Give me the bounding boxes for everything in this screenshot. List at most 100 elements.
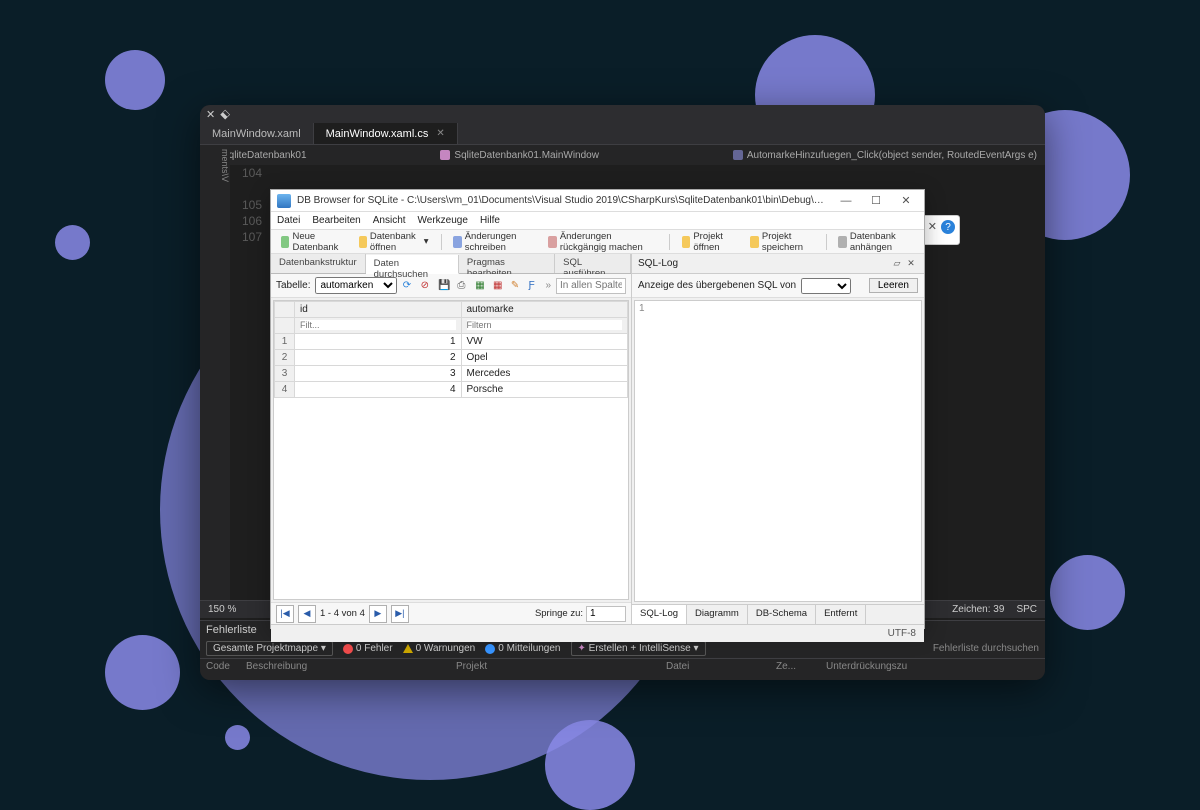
db-toolbar: Neue Datenbank Datenbank öffnen ▾ Änderu… <box>271 230 924 254</box>
clear-log-button[interactable]: Leeren <box>869 278 918 293</box>
bg-circle <box>105 635 180 710</box>
clear-filter-icon[interactable]: ⊘ <box>420 279 433 293</box>
filter-icon[interactable]: Ƒ <box>528 279 541 293</box>
sql-log-title: SQL-Log <box>638 258 890 269</box>
close-icon[interactable]: ✕ <box>436 128 444 139</box>
error-search[interactable]: Fehlerliste durchsuchen <box>933 643 1039 654</box>
errors-filter[interactable]: 0 Fehler <box>343 643 393 654</box>
app-icon <box>277 194 291 208</box>
refresh-icon[interactable]: ⟳ <box>402 279 415 293</box>
insert-mode: SPC <box>1016 604 1037 615</box>
filter-automarke[interactable] <box>467 320 623 330</box>
error-list-columns: Code Beschreibung Projekt Datei Ze... Un… <box>200 659 1045 674</box>
jump-label: Springe zu: <box>535 608 583 619</box>
col-automarke[interactable]: automarke <box>461 302 628 318</box>
tab-pragmas[interactable]: Pragmas bearbeiten <box>459 254 555 273</box>
tab-db-schema[interactable]: DB-Schema <box>748 605 816 624</box>
menu-tools[interactable]: Werkzeuge <box>418 215 468 226</box>
print-icon[interactable]: ⎙ <box>456 279 469 293</box>
help-icon[interactable]: ? <box>941 220 955 234</box>
search-input[interactable] <box>556 278 626 294</box>
breadcrumb: SqliteDatenbank01 SqliteDatenbank01.Main… <box>200 145 1045 165</box>
tab-diagram[interactable]: Diagramm <box>687 605 748 624</box>
minimize-button[interactable]: — <box>834 195 858 207</box>
open-project-button[interactable]: Projekt öffnen <box>678 229 739 255</box>
breadcrumb-class[interactable]: SqliteDatenbank01.MainWindow <box>440 150 599 161</box>
next-page-button[interactable]: ▶ <box>369 605 387 623</box>
jump-input[interactable] <box>586 606 626 622</box>
table-row: 44Porsche <box>275 382 628 398</box>
menu-file[interactable]: Datei <box>277 215 300 226</box>
tab-mainwindow-xaml[interactable]: MainWindow.xaml <box>200 123 314 144</box>
menu-help[interactable]: Hilfe <box>480 215 500 226</box>
zoom-level[interactable]: 150 % <box>208 604 236 615</box>
attach-db-button[interactable]: Datenbank anhängen <box>834 229 918 255</box>
db-menubar: Datei Bearbeiten Ansicht Werkzeuge Hilfe <box>271 212 924 230</box>
new-db-button[interactable]: Neue Datenbank <box>277 229 347 255</box>
pager: |◀ ◀ 1 - 4 von 4 ▶ ▶| Springe zu: <box>271 602 631 624</box>
table-row: 33Mercedes <box>275 366 628 382</box>
browse-controls: Tabelle: automarken ⟳ ⊘ 💾 ⎙ ▦ ▦ ✎ Ƒ » <box>271 274 631 298</box>
close-icon[interactable]: ✕ <box>928 220 937 233</box>
folder-icon <box>682 236 690 248</box>
tab-remote[interactable]: Entfernt <box>816 605 866 624</box>
new-db-icon <box>281 236 289 248</box>
sql-source-select[interactable] <box>801 278 851 294</box>
log-line-number: 1 <box>639 303 645 314</box>
menu-edit[interactable]: Bearbeiten <box>312 215 360 226</box>
close-button[interactable]: ✕ <box>894 194 918 207</box>
breadcrumb-method[interactable]: AutomarkeHinzufuegen_Click(object sender… <box>733 150 1037 161</box>
close-icon[interactable]: ✕ <box>206 108 215 121</box>
tab-label: MainWindow.xaml.cs <box>326 128 429 140</box>
revert-changes-button[interactable]: Änderungen rückgängig machen <box>544 229 661 255</box>
tab-execute-sql[interactable]: SQL ausführen <box>555 254 631 273</box>
bg-circle <box>55 225 90 260</box>
save-icon[interactable]: 💾 <box>437 279 451 293</box>
maximize-button[interactable]: ☐ <box>864 194 888 207</box>
help-popup: ✕ ? <box>920 215 960 245</box>
sql-log-area[interactable]: 1 <box>634 300 922 602</box>
tab-mainwindow-xaml-cs[interactable]: MainWindow.xaml.cs ✕ <box>314 123 458 144</box>
add-row-icon[interactable]: ▦ <box>474 279 487 293</box>
tab-structure[interactable]: Datenbankstruktur <box>271 254 366 273</box>
method-icon <box>733 150 743 160</box>
db-main-tabs: Datenbankstruktur Daten durchsuchen Prag… <box>271 254 631 274</box>
build-dropdown[interactable]: ✦ Erstellen + IntelliSense ▾ <box>571 641 706 656</box>
db-left-panel: Datenbankstruktur Daten durchsuchen Prag… <box>271 254 631 624</box>
last-page-button[interactable]: ▶| <box>391 605 409 623</box>
scope-dropdown[interactable]: Gesamte Projektmappe ▾ <box>206 641 333 656</box>
close-panel-icon[interactable]: ✕ <box>904 258 918 269</box>
filter-id[interactable] <box>300 320 456 330</box>
data-grid[interactable]: idautomarke 11VW 22Opel 33Mercedes 44Por… <box>273 300 629 600</box>
write-changes-button[interactable]: Änderungen schreiben <box>449 229 536 255</box>
messages-filter[interactable]: 0 Mitteilungen <box>485 643 560 654</box>
save-project-button[interactable]: Projekt speichern <box>746 229 817 255</box>
prev-page-button[interactable]: ◀ <box>298 605 316 623</box>
pin-icon[interactable]: ⬓ <box>219 107 233 121</box>
attach-icon <box>838 236 846 248</box>
bg-circle <box>545 720 635 810</box>
col-id[interactable]: id <box>295 302 462 318</box>
warnings-filter[interactable]: 0 Warnungen <box>403 643 476 654</box>
db-right-panel: SQL-Log ▱ ✕ Anzeige des übergebenen SQL … <box>631 254 924 624</box>
first-page-button[interactable]: |◀ <box>276 605 294 623</box>
editor-tabs: MainWindow.xaml MainWindow.xaml.cs ✕ <box>200 123 1045 145</box>
edit-icon[interactable]: ✎ <box>510 279 523 293</box>
open-icon <box>359 236 367 248</box>
table-label: Tabelle: <box>276 280 310 291</box>
delete-row-icon[interactable]: ▦ <box>492 279 505 293</box>
undock-icon[interactable]: ▱ <box>890 258 904 269</box>
bg-circle <box>225 725 250 750</box>
open-db-button[interactable]: Datenbank öffnen ▾ <box>355 229 433 255</box>
solution-explorer-strip: ments\V <box>200 145 230 600</box>
char-count: Zeichen: 39 <box>952 604 1004 615</box>
tab-browse-data[interactable]: Daten durchsuchen <box>366 255 459 274</box>
menu-view[interactable]: Ansicht <box>373 215 406 226</box>
bg-circle <box>1050 555 1125 630</box>
tab-label: MainWindow.xaml <box>212 128 301 140</box>
right-bottom-tabs: SQL-Log Diagramm DB-Schema Entfernt <box>632 604 924 624</box>
tab-sql-log[interactable]: SQL-Log <box>632 605 687 624</box>
window-title: DB Browser for SQLite - C:\Users\vm_01\D… <box>297 195 828 206</box>
table-row: 11VW <box>275 334 628 350</box>
info-icon <box>485 644 495 654</box>
